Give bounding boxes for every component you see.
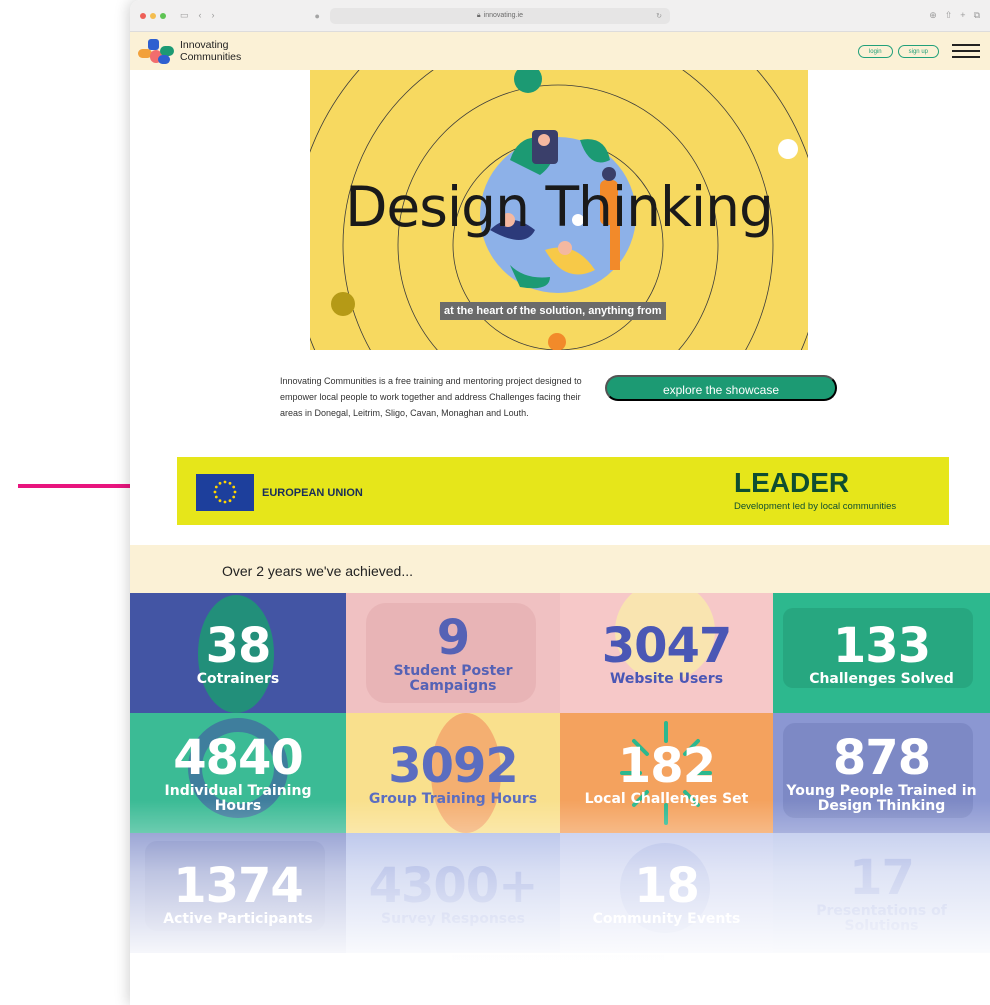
forward-icon[interactable]: › — [212, 10, 215, 21]
explore-showcase-button[interactable]: explore the showcase — [605, 375, 837, 401]
stat-label: Student Poster Campaigns — [393, 663, 513, 694]
stat-label: Survey Responses — [381, 910, 525, 927]
stat-tile: 9 Student Poster Campaigns — [346, 593, 560, 713]
hero-banner: Design Thinking at the heart of the solu… — [310, 70, 808, 350]
funding-banner: EUROPEAN UNION LEADER Development led by… — [177, 457, 949, 525]
stat-tile: 3047 Website Users — [560, 593, 773, 713]
minimize-window-button[interactable] — [150, 12, 156, 19]
stat-label: Active Participants — [163, 910, 313, 927]
share-icon[interactable]: ⇧ — [945, 10, 953, 21]
lock-icon: 🔒︎ — [476, 11, 481, 19]
achievements-heading: Over 2 years we've achieved... — [222, 563, 413, 579]
reload-icon[interactable]: ↻ — [656, 12, 662, 20]
stat-value: 4300+ — [368, 857, 539, 914]
address-text: innovating.ie — [483, 12, 523, 19]
stat-tile: 4840 Individual Training Hours — [130, 713, 346, 833]
site-header: Innovating Communities login sign up — [130, 32, 990, 70]
brand-name[interactable]: Innovating Communities — [180, 39, 241, 63]
stat-label: Individual Training Hours — [164, 783, 312, 814]
window-controls — [140, 12, 166, 19]
close-window-button[interactable] — [140, 12, 146, 19]
stat-label: Cotrainers — [196, 670, 280, 687]
stat-value: 4840 — [173, 730, 304, 786]
signup-button[interactable]: sign up — [897, 44, 939, 58]
hero-caption: at the heart of the solution, anything f… — [440, 302, 666, 320]
tab-overview-icon[interactable]: ⧉ — [974, 10, 980, 21]
stat-label: Presentations of Solutions — [816, 903, 947, 934]
stat-label: Challenges Solved — [809, 670, 954, 687]
stat-value: 182 — [617, 737, 716, 794]
achievements-header: Over 2 years we've achieved... — [130, 545, 990, 593]
stat-value: 18 — [634, 857, 700, 914]
stat-label: Group Training Hours — [368, 790, 538, 807]
brand-line-2: Communities — [180, 51, 242, 63]
sidebar-icon[interactable]: ▭ — [180, 10, 189, 21]
stat-tile: 1374 Active Participants — [130, 833, 346, 953]
zoom-window-button[interactable] — [160, 12, 166, 19]
browser-window: ▭ ‹ › ● 🔒︎ innovating.ie ↻ ⊕ ⇧ + ⧉ Innov… — [130, 0, 990, 1005]
browser-toolbar: ▭ ‹ › ● 🔒︎ innovating.ie ↻ ⊕ ⇧ + ⧉ — [130, 0, 990, 32]
stat-value: 3092 — [388, 737, 519, 794]
stat-tile: 182 Local Challenges Set — [560, 713, 773, 833]
back-icon[interactable]: ‹ — [199, 10, 202, 21]
stat-tile: 38 Cotrainers — [130, 593, 346, 713]
eu-flag-icon — [196, 474, 254, 511]
stat-value: 133 — [832, 617, 931, 674]
stat-value: 9 — [436, 610, 470, 666]
stat-label: Website Users — [609, 670, 724, 687]
stat-label: Community Events — [592, 910, 741, 927]
login-button[interactable]: login — [857, 44, 893, 58]
innovating-communities-logo-icon[interactable] — [138, 37, 174, 65]
new-tab-icon[interactable]: + — [960, 10, 965, 21]
stat-value: 878 — [832, 730, 931, 786]
hamburger-menu-icon[interactable] — [952, 42, 980, 60]
stat-tile: 3092 Group Training Hours — [346, 713, 560, 833]
intro-text: Innovating Communities is a free trainin… — [280, 376, 582, 418]
brand-line-1: Innovating — [180, 39, 229, 51]
stat-tile: 133 Challenges Solved — [773, 593, 990, 713]
hero-title: Design Thinking — [345, 175, 774, 239]
stat-value: 38 — [205, 617, 272, 674]
leader-subtitle: Development led by local communities — [734, 501, 897, 512]
stat-value: 1374 — [173, 857, 304, 914]
stat-value: 17 — [849, 850, 915, 906]
privacy-shield-icon[interactable]: ● — [315, 11, 320, 21]
screenshot-stage: ▭ ‹ › ● 🔒︎ innovating.ie ↻ ⊕ ⇧ + ⧉ Innov… — [0, 0, 990, 1005]
eu-label: EUROPEAN UNION — [262, 487, 363, 499]
stat-tile: 18 Community Events — [560, 833, 773, 953]
faded-footer-image — [452, 955, 664, 1000]
stat-tile: 17 Presentations of Solutions — [773, 833, 990, 953]
downloads-icon[interactable]: ⊕ — [929, 10, 937, 21]
stats-grid: 38 Cotrainers 9 Student Poster Campaigns… — [130, 593, 990, 953]
leader-title: LEADER — [734, 467, 850, 498]
stat-label: Local Challenges Set — [584, 790, 749, 807]
address-bar[interactable]: 🔒︎ innovating.ie ↻ — [329, 7, 670, 24]
stat-value: 3047 — [601, 617, 733, 674]
stat-tile: 4300+ Survey Responses — [346, 833, 560, 953]
stat-tile: 878 Young People Trained in Design Think… — [773, 713, 990, 833]
stat-label: Young People Trained in Design Thinking — [786, 783, 977, 814]
